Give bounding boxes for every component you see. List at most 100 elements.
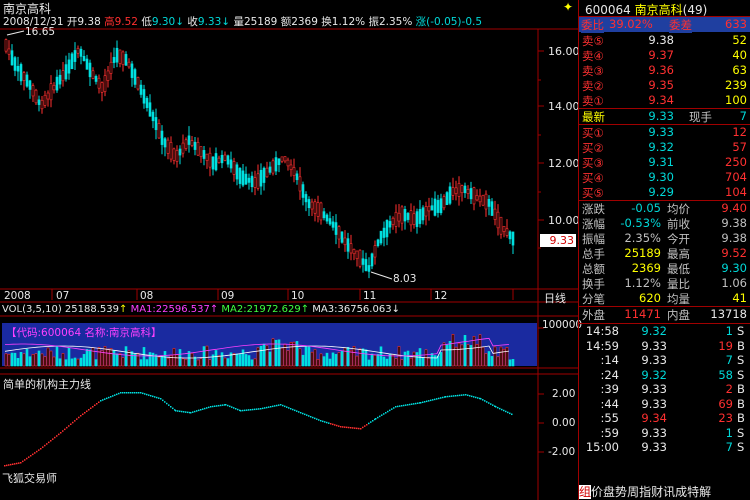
candle-body [70,53,74,70]
indicator-dot [214,405,216,407]
tick-vol: 7 [725,440,733,454]
indicator-dot [227,404,229,407]
candle-body [7,48,11,55]
volume-bar [328,358,332,367]
candle-body [409,210,413,226]
indicator-dot [393,407,395,409]
volume-bar [250,359,254,367]
volume-bar [361,348,365,367]
indicator-dot [411,403,413,405]
bottom-tab[interactable]: 价 [591,485,603,499]
bid-price: 9.33 [648,125,674,139]
volume-bar [208,359,212,367]
candle-body [55,76,59,91]
indicator-dot [334,424,336,426]
bid-label: 买① [582,126,604,140]
bottom-tab[interactable]: 财 [651,485,663,499]
candle-body [232,161,236,175]
indicator-dot [120,392,122,394]
indicator-dot [76,418,78,420]
volume-bar [115,353,119,367]
volume-bar [355,355,359,367]
indicator-dot [102,399,104,401]
volume-bar [307,345,311,367]
bottom-tab[interactable]: 讯 [663,485,675,499]
volume-bar [199,358,203,367]
indicator-dot [475,396,477,399]
x-label-08: 08 [140,290,154,302]
candle-body [475,195,479,201]
candle-body [331,221,335,228]
volume-bar [301,354,305,367]
volume-bar [157,356,161,367]
indicator-dot [82,413,84,415]
candle-body [229,159,233,169]
indicator-dot [413,403,415,405]
quote-row: 买⑤ 9.29 104 [579,185,750,200]
bottom-tab[interactable]: 成 [675,485,687,499]
indicator-dot [204,407,206,410]
period-label[interactable]: 日线 [544,290,566,306]
candle-body [493,208,497,220]
indicator-dot [179,410,181,413]
indicator-dot [86,410,88,412]
candle-body [169,142,173,160]
bottom-tab[interactable]: 周 [627,485,639,499]
kline-chart[interactable] [0,0,578,500]
volume-bar [370,353,374,367]
candle-body [283,156,287,162]
chart-area[interactable]: 南京高科 2008/12/31 开9.38 高9.52 低9.30↓ 收9.33… [0,0,582,500]
candle-body [487,199,491,207]
indicator-dot [336,424,338,427]
indicator-dot [484,400,486,402]
indicator-dot [276,404,278,407]
candle-body [490,201,494,216]
vol-y-tick: 100000 [542,319,583,331]
tick-time: :44 [600,396,619,411]
indicator-dot [316,418,318,420]
stat-label: 最低 [667,262,690,276]
volume-bar [148,352,152,367]
volume-bar [85,349,89,367]
candle-body [415,211,419,227]
volume-bar [175,354,179,367]
bottom-tab[interactable]: 特 [687,485,699,499]
volume-bar [319,353,323,367]
bid-vol: 57 [732,140,747,154]
bottom-tab[interactable]: 盘 [603,485,615,499]
volume-bar [40,353,44,367]
volume-bar [22,353,26,367]
candle-body [205,153,209,161]
indicator-dot [160,398,162,400]
indicator-dot [54,436,56,439]
indicator-dot [175,410,177,412]
tick-time: :39 [600,382,619,396]
bottom-tab[interactable]: 势 [615,485,627,499]
candle-body [133,69,137,85]
indicator-dot [152,395,154,398]
bottom-tab[interactable]: 指 [639,485,651,499]
candle-body [412,213,416,225]
candle-body [346,238,350,252]
volume-bar [43,356,47,367]
candle-body [328,218,332,225]
candle-body [442,196,446,209]
indicator-dot [10,463,12,466]
volume-bar [346,347,350,367]
indicator-dot [338,425,340,427]
candle-body [448,186,452,204]
candle-body [214,153,218,171]
indicator-dot [495,406,497,408]
tick-time: :24 [600,367,619,382]
bottom-tab[interactable]: 解 [699,485,711,499]
indicator-dot [434,398,436,401]
volume-bar [61,353,65,367]
stat-label: 前收 [667,217,690,231]
candle-body [40,100,44,110]
candle-body [136,77,140,90]
indicator-dot [509,412,511,415]
candle-body [268,166,272,173]
tab-prefix[interactable]: 组 [579,485,592,499]
indicator-dot [405,404,407,406]
indicator-dot [375,418,377,420]
